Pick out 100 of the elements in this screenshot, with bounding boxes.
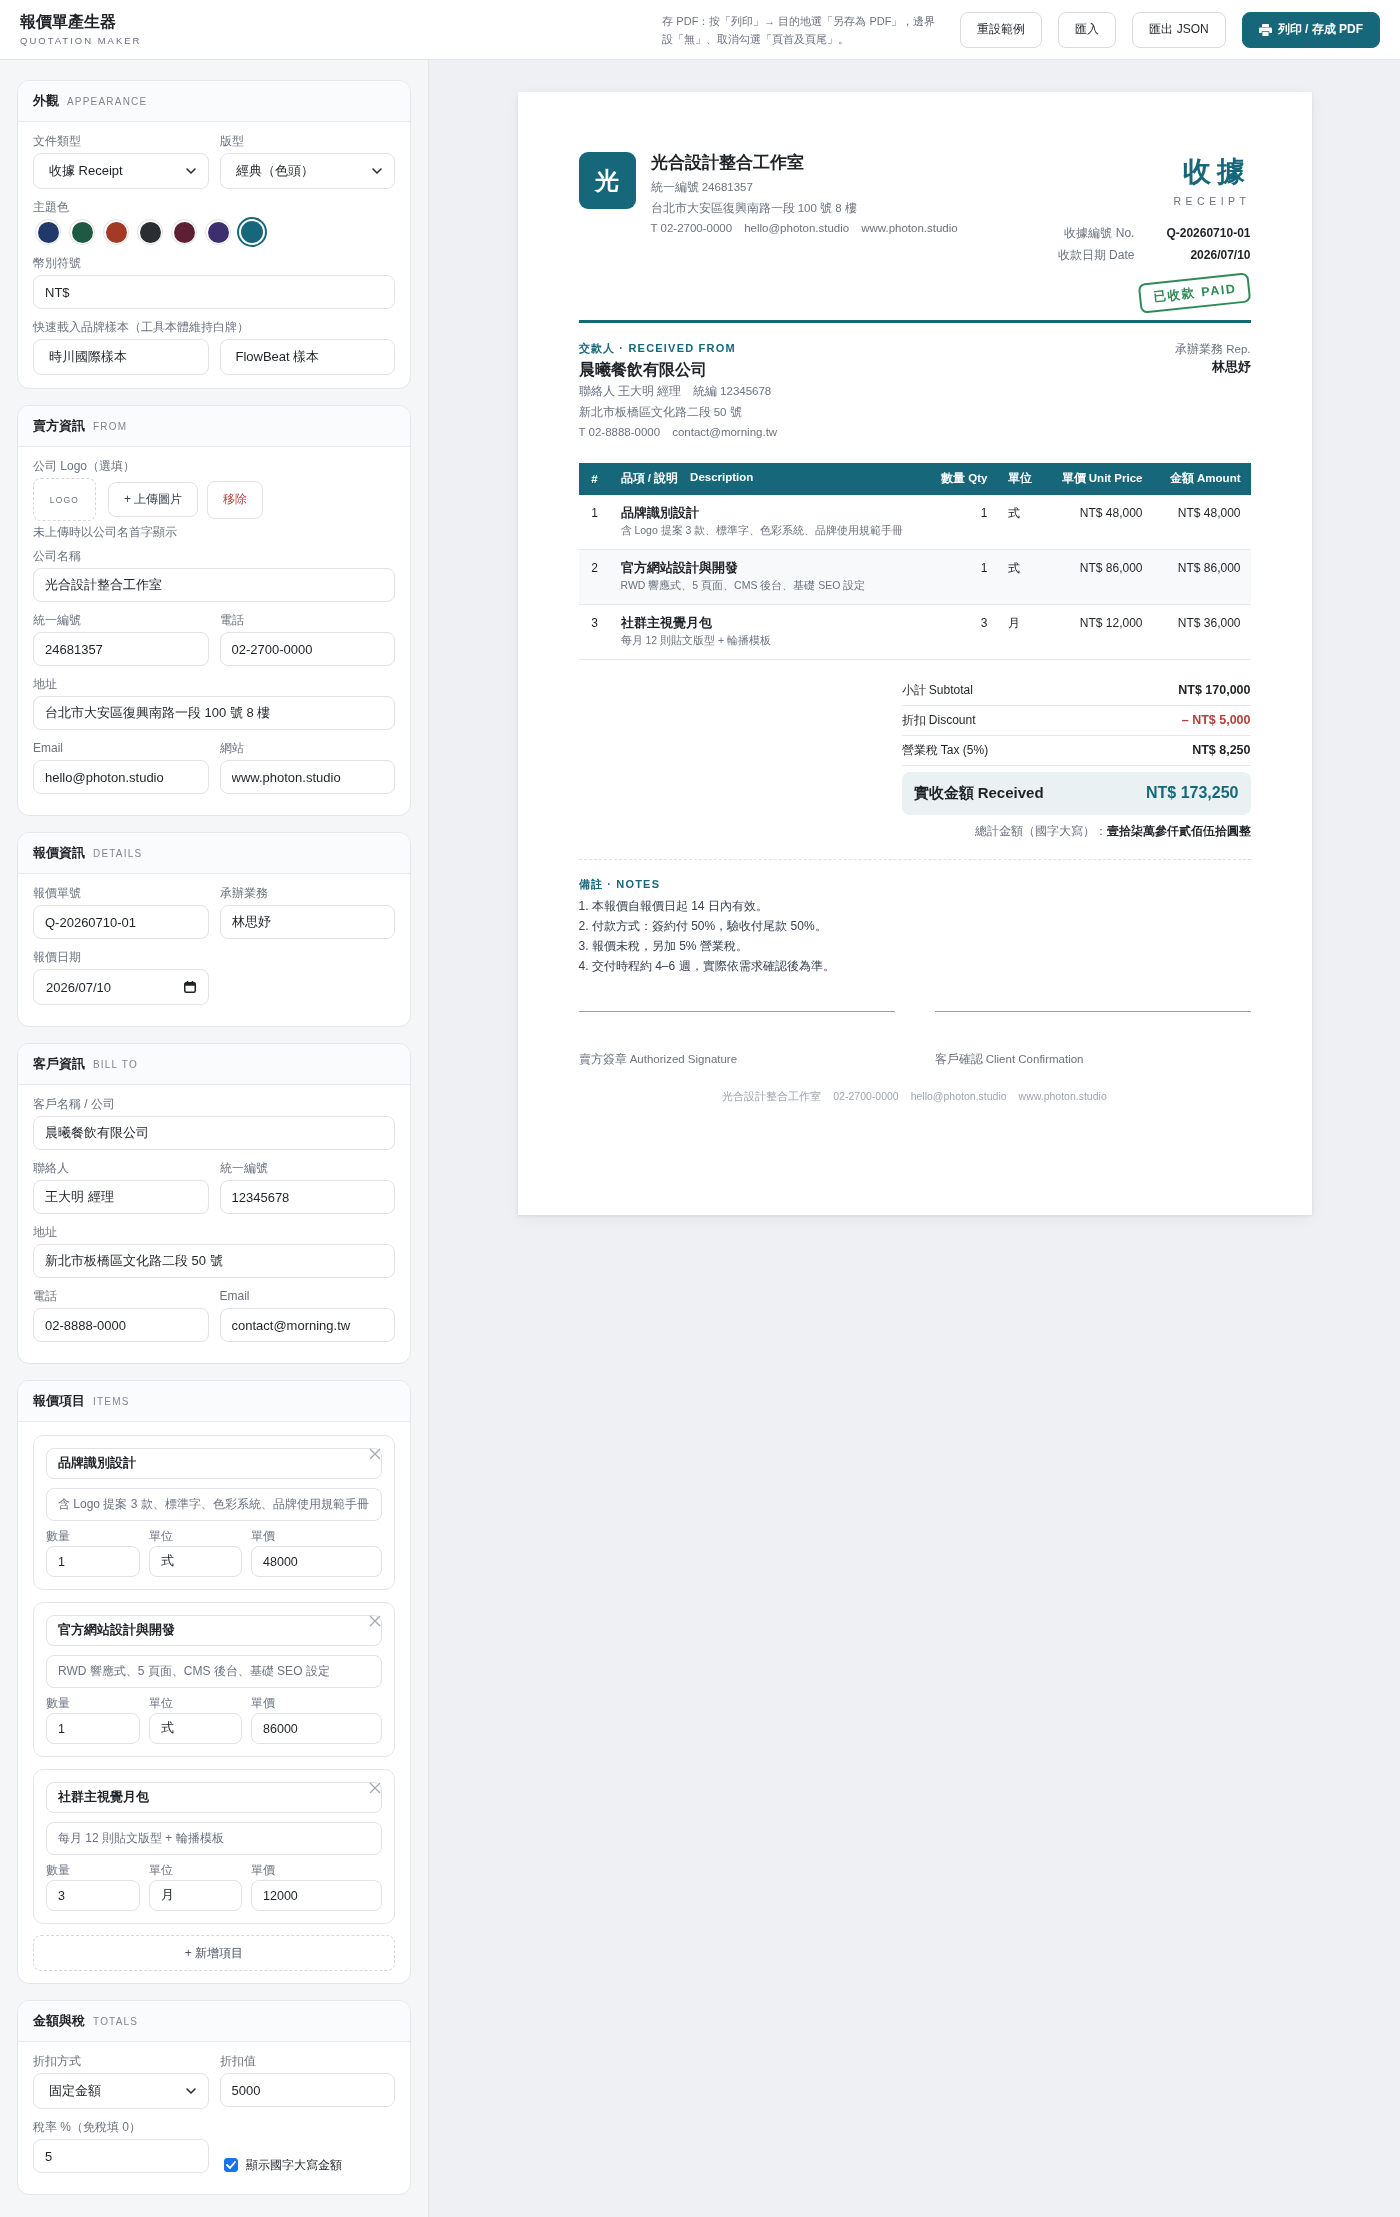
text-field[interactable]: contact@morning.tw bbox=[219, 1308, 395, 1342]
item-detail-field[interactable]: 1 bbox=[46, 1546, 140, 1577]
add-item-button[interactable]: + 新增項目 bbox=[33, 1935, 395, 1971]
text-field[interactable]: NT$ bbox=[33, 275, 395, 309]
color-swatch[interactable] bbox=[237, 217, 267, 247]
item-detail-field[interactable]: 式 bbox=[148, 1546, 243, 1577]
client-detail: 統編 12345678 bbox=[692, 384, 772, 399]
column-header: 單價 Unit Price bbox=[1060, 471, 1144, 486]
section-subtitle: APPEARANCE bbox=[67, 95, 148, 107]
total-value: – NT$ 5,000 bbox=[1181, 713, 1251, 727]
text-field[interactable]: 12345678 bbox=[219, 1180, 395, 1214]
text-field[interactable]: 5 bbox=[33, 2139, 209, 2173]
field-label: 文件類型 bbox=[33, 133, 82, 149]
item-detail-field[interactable]: 86000 bbox=[251, 1713, 382, 1744]
field-label: 地址 bbox=[33, 676, 58, 692]
client-name: 晨曦餐飲有限公司 bbox=[578, 360, 708, 380]
item-name-field[interactable]: 品牌識別設計 bbox=[46, 1448, 382, 1479]
grand-total-value: NT$ 173,250 bbox=[1146, 784, 1239, 802]
date-field[interactable]: 2026/07/10 bbox=[33, 969, 209, 1005]
text-field[interactable]: hello@photon.studio bbox=[33, 760, 209, 794]
section-title: 客戶資訊 bbox=[33, 1055, 85, 1073]
table-cell-text: NT$ 86,000 bbox=[1176, 559, 1242, 577]
company-contact: T 02-2700-0000 bbox=[650, 221, 733, 236]
item-description-field[interactable]: 含 Logo 提案 3 款、標準字、色彩系統、品牌使用規範手冊 bbox=[46, 1488, 382, 1521]
item-detail-field[interactable]: 月 bbox=[148, 1880, 243, 1911]
item-description-field[interactable]: RWD 響應式、5 頁面、CMS 後台、基礎 SEO 設定 bbox=[46, 1655, 382, 1688]
field-label: 公司 Logo（選填） bbox=[33, 458, 137, 474]
checkbox-label[interactable]: 顯示國字大寫金額 bbox=[245, 2157, 342, 2173]
print-hint: 存 PDF：按「列印」→ 目的地選「另存為 PDF」，邊界設「無」、取消勾選「頁首及頁尾」。 bbox=[662, 13, 937, 47]
note-line: 3. 報價未稅，另加 5% 營業稅。 bbox=[578, 937, 749, 955]
total-value: NT$ 8,250 bbox=[1192, 743, 1251, 757]
select-dropdown[interactable]: 收據 Receipt bbox=[33, 153, 209, 189]
notes-heading: 備註 · NOTES bbox=[578, 876, 662, 892]
section-subtitle: BILL TO bbox=[93, 1058, 138, 1070]
field-hint: 未上傳時以公司名首字顯示 bbox=[33, 525, 178, 540]
company-contact: hello@photon.studio bbox=[744, 221, 850, 236]
field-label: 統一編號 bbox=[219, 1160, 269, 1176]
column-header: 數量 Qty bbox=[940, 471, 989, 486]
grand-total-label: 實收金額 Received bbox=[913, 783, 1044, 803]
text-field[interactable]: 02-8888-0000 bbox=[33, 1308, 209, 1342]
printer-icon bbox=[1258, 23, 1272, 36]
remove-button[interactable]: 移除 bbox=[207, 480, 264, 519]
item-name-field[interactable]: 社群主視覺月包 bbox=[46, 1782, 382, 1813]
note-line: 2. 付款方式：簽約付 50%，驗收付尾款 50%。 bbox=[578, 917, 828, 935]
calendar-icon[interactable] bbox=[183, 981, 196, 993]
table-cell-text: 2 bbox=[590, 559, 599, 577]
app-title: 報價單產生器 bbox=[20, 12, 117, 31]
checkbox[interactable] bbox=[223, 2158, 238, 2172]
item-name-field[interactable]: 官方網站設計與開發 bbox=[46, 1615, 382, 1646]
item-detail-field[interactable]: 1 bbox=[46, 1713, 140, 1744]
table-cell-text: NT$ 86,000 bbox=[1078, 559, 1144, 577]
section-subtitle: TOTALS bbox=[93, 2015, 139, 2027]
company-logo: 光 bbox=[578, 152, 636, 209]
client-detail: contact@morning.tw bbox=[672, 425, 778, 440]
text-field[interactable]: 台北市大安區復興南路一段 100 號 8 樓 bbox=[33, 696, 395, 730]
text-field[interactable]: www.photon.studio bbox=[219, 760, 395, 794]
field-label: 數量 bbox=[46, 1862, 71, 1878]
text-field[interactable]: 光合設計整合工作室 bbox=[33, 568, 395, 602]
section-title: 金額與稅 bbox=[33, 2012, 85, 2030]
table-cell-text: 式 bbox=[1006, 559, 1021, 577]
table-cell-text: 1 bbox=[979, 504, 989, 522]
item-name: 社群主視覺月包 bbox=[620, 614, 713, 632]
reset-button[interactable]: 重設範例 bbox=[960, 11, 1043, 48]
sample-button[interactable]: FlowBeat 樣本 bbox=[219, 339, 395, 375]
print-button[interactable]: 列印 / 存成 PDF bbox=[1241, 11, 1380, 48]
field-label: 地址 bbox=[33, 1224, 58, 1240]
item-detail-field[interactable]: 式 bbox=[148, 1713, 243, 1744]
table-cell-text: 式 bbox=[1006, 504, 1021, 522]
document-subtitle: RECEIPT bbox=[1173, 194, 1251, 208]
item-detail-field[interactable]: 12000 bbox=[251, 1880, 382, 1911]
text-field[interactable]: 5000 bbox=[219, 2073, 395, 2107]
column-header: 品項 / 說明 bbox=[620, 471, 679, 486]
sample-button[interactable]: 時川國際樣本 bbox=[33, 339, 209, 375]
party-heading: 交款人 · RECEIVED FROM bbox=[578, 341, 737, 356]
text-field[interactable]: 新北市板橋區文化路二段 50 號 bbox=[33, 1244, 395, 1278]
select-dropdown[interactable]: 固定金額 bbox=[33, 2073, 209, 2109]
upload-button[interactable]: + 上傳圖片 bbox=[108, 482, 199, 517]
item-description-field[interactable]: 每月 12 則貼文版型 + 輪播模板 bbox=[46, 1822, 382, 1855]
column-header: 金額 Amount bbox=[1168, 471, 1242, 486]
item-detail-field[interactable]: 48000 bbox=[251, 1546, 382, 1577]
select-dropdown[interactable]: 經典（色頭） bbox=[219, 153, 395, 189]
section-title: 報價資訊 bbox=[33, 844, 85, 862]
client-detail: 新北市板橋區文化路二段 50 號 bbox=[578, 404, 742, 420]
meta-value: Q-20260710-01 bbox=[1166, 225, 1251, 242]
text-field[interactable]: 24681357 bbox=[33, 632, 209, 666]
field-label: 承辦業務 bbox=[219, 885, 269, 901]
import-button[interactable]: 匯入 bbox=[1058, 11, 1117, 48]
document-title: 收據 bbox=[1182, 155, 1251, 189]
text-field[interactable]: 王大明 經理 bbox=[33, 1180, 209, 1214]
text-field[interactable]: 林思妤 bbox=[219, 905, 395, 939]
chevron-down-icon bbox=[372, 168, 382, 174]
text-field[interactable]: 晨曦餐飲有限公司 bbox=[33, 1116, 395, 1150]
text-field[interactable]: Q-20260710-01 bbox=[33, 905, 209, 939]
table-cell-text: 月 bbox=[1006, 614, 1021, 632]
rep-name: 林思妤 bbox=[1211, 359, 1251, 376]
logo-placeholder[interactable]: LOGO bbox=[33, 478, 96, 521]
export-button[interactable]: 匯出 JSON bbox=[1132, 11, 1226, 48]
item-detail-field[interactable]: 3 bbox=[46, 1880, 140, 1911]
note-line: 1. 本報價自報價日起 14 日內有效。 bbox=[578, 897, 769, 915]
text-field[interactable]: 02-2700-0000 bbox=[219, 632, 395, 666]
